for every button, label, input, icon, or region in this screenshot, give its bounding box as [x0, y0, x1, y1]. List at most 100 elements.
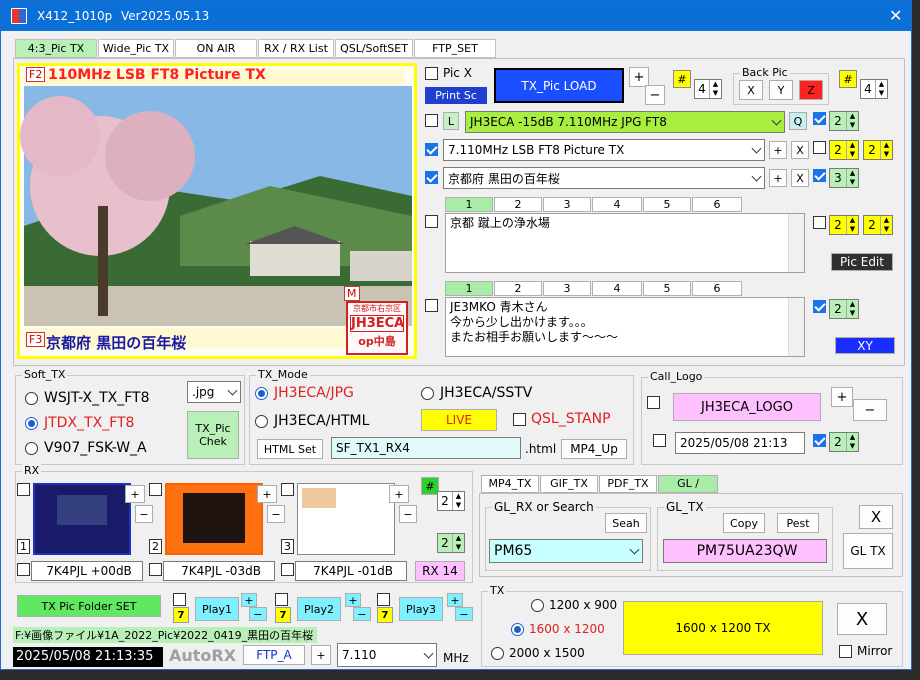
- spin-pic-count[interactable]: 4 ▲ ▼: [694, 79, 722, 99]
- spin-arrows[interactable]: ▲ ▼: [846, 433, 858, 451]
- tx-pic-chek-button[interactable]: TX_Pic Chek: [187, 411, 239, 459]
- tx-size-radio-3[interactable]: [491, 647, 504, 660]
- tab-gl[interactable]: GL /: [658, 475, 718, 493]
- line1-combo[interactable]: JH3ECA -15dB 7.110MHz JPG FT8: [465, 111, 785, 133]
- tab-ftp-set[interactable]: FTP_SET: [414, 39, 496, 58]
- line1-checkbox[interactable]: [425, 114, 438, 127]
- soft-tx-radio-v907[interactable]: [25, 442, 38, 455]
- mp4-up-button[interactable]: MP4_Up: [561, 439, 627, 459]
- rx2-minus-button[interactable]: −: [267, 505, 285, 523]
- tx-send-button[interactable]: 1600 x 1200 TX: [623, 601, 823, 655]
- back-y-button[interactable]: Y: [769, 80, 793, 100]
- play1-seven[interactable]: 7: [173, 607, 189, 623]
- play3-checkbox[interactable]: [377, 593, 390, 606]
- copy-button[interactable]: Copy: [723, 513, 765, 533]
- spin-back-count[interactable]: 4 ▲ ▼: [860, 79, 888, 99]
- gl-tx-grid[interactable]: PM75UA23QW: [663, 539, 827, 563]
- rx2-thumbnail[interactable]: [165, 483, 263, 555]
- memo1-tab-1[interactable]: 1: [445, 197, 493, 212]
- rx2-checkbox[interactable]: [149, 483, 162, 496]
- close-icon[interactable]: ✕: [889, 6, 902, 25]
- call-logo-button[interactable]: JH3ECA_LOGO: [673, 393, 821, 421]
- rx2-label-checkbox[interactable]: [149, 563, 162, 576]
- rx-spin-b[interactable]: 2 ▲ ▼: [437, 533, 465, 553]
- tx-pic-load-button[interactable]: TX_Pic LOAD: [494, 68, 624, 103]
- play1-minus-button[interactable]: −: [249, 607, 267, 621]
- memo1-tab-6[interactable]: 6: [692, 197, 742, 212]
- rx3-minus-button[interactable]: −: [399, 505, 417, 523]
- line2-x-button[interactable]: X: [791, 141, 809, 159]
- line3-x-button[interactable]: X: [791, 169, 809, 187]
- seah-button[interactable]: Seah: [605, 513, 647, 533]
- logo-minus-button[interactable]: −: [853, 399, 887, 421]
- tx-mode-radio-sstv[interactable]: [421, 387, 434, 400]
- mirror-checkbox[interactable]: [839, 645, 852, 658]
- rx1-checkbox[interactable]: [17, 483, 30, 496]
- line2-plus-button[interactable]: +: [769, 141, 787, 159]
- line2-spin-a[interactable]: 2 ▲ ▼: [829, 140, 859, 160]
- spin-arrows[interactable]: ▲ ▼: [846, 300, 858, 318]
- tab-pdf-tx[interactable]: PDF_TX: [599, 475, 657, 493]
- qsl-stanp-checkbox[interactable]: [513, 413, 526, 426]
- memo2-tab-2[interactable]: 2: [494, 281, 542, 296]
- spin-arrows[interactable]: ▲ ▼: [452, 492, 464, 510]
- tx-size-radio-1[interactable]: [531, 599, 544, 612]
- freq-plus-button[interactable]: +: [311, 645, 331, 665]
- memo1-enable-checkbox[interactable]: [813, 216, 826, 229]
- hash-1[interactable]: #: [673, 70, 691, 88]
- memo1-tab-3[interactable]: 3: [543, 197, 591, 212]
- memo2-tab-6[interactable]: 6: [692, 281, 742, 296]
- spin-arrows[interactable]: ▲ ▼: [875, 80, 887, 98]
- spin-arrows[interactable]: ▲ ▼: [846, 141, 858, 159]
- rx1-label-checkbox[interactable]: [17, 563, 30, 576]
- datetime-field[interactable]: 2025/05/08 21:13: [675, 432, 805, 454]
- call-logo-checkbox[interactable]: [647, 396, 660, 409]
- datetime-spin[interactable]: 2 ▲ ▼: [829, 432, 859, 452]
- line2-spin-b[interactable]: 2 ▲ ▼: [863, 140, 893, 160]
- print-sc-button[interactable]: Print Sc: [425, 87, 487, 104]
- spin-arrows[interactable]: ▲ ▼: [452, 534, 464, 552]
- live-button[interactable]: LIVE: [421, 409, 497, 431]
- tab-43-pic-tx[interactable]: 4:3_Pic TX: [15, 39, 97, 58]
- picture-preview[interactable]: F2 110MHz LSB FT8 Picture TX F3 京都府 黒田の百…: [17, 63, 417, 359]
- q-button[interactable]: Q: [789, 112, 807, 130]
- rx3-plus-button[interactable]: +: [389, 485, 409, 503]
- memo2-scrollbar[interactable]: [788, 298, 804, 356]
- rx2-plus-button[interactable]: +: [257, 485, 277, 503]
- line3-checkbox[interactable]: [425, 171, 438, 184]
- tab-rx-list[interactable]: RX / RX List: [258, 39, 334, 58]
- play2-plus-button[interactable]: +: [345, 593, 361, 607]
- l-button[interactable]: L: [443, 112, 459, 130]
- memo1-checkbox[interactable]: [425, 215, 438, 228]
- line3-combo[interactable]: 京都府 黒田の百年桜: [443, 167, 765, 189]
- memo2-tab-5[interactable]: 5: [643, 281, 691, 296]
- memo2-textarea[interactable]: JE3MKO 青木さん 今から少し出かけます。。。 またお相手お願いします～～～: [445, 297, 805, 357]
- play1-plus-button[interactable]: +: [241, 593, 257, 607]
- play2-button[interactable]: Play2: [297, 597, 341, 621]
- tab-gif-tx[interactable]: GIF_TX: [540, 475, 598, 493]
- rx1-thumbnail[interactable]: [33, 483, 131, 555]
- rx1-minus-button[interactable]: −: [135, 505, 153, 523]
- line3-enable-checkbox[interactable]: [813, 169, 826, 182]
- play3-minus-button[interactable]: −: [455, 607, 473, 621]
- memo2-enable-checkbox[interactable]: [813, 300, 826, 313]
- rx-spin-a[interactable]: 2 ▲ ▼: [437, 491, 465, 511]
- rx14-button[interactable]: RX 14: [415, 561, 465, 581]
- rx1-plus-button[interactable]: +: [125, 485, 145, 503]
- play3-seven[interactable]: 7: [377, 607, 393, 623]
- back-x-button[interactable]: X: [739, 80, 763, 100]
- line2-checkbox[interactable]: [425, 143, 438, 156]
- html-file-input[interactable]: SF_TX1_RX4: [331, 437, 521, 459]
- format-combo[interactable]: .jpg: [187, 381, 241, 403]
- logo-plus-button[interactable]: +: [831, 387, 853, 407]
- play3-button[interactable]: Play3: [399, 597, 443, 621]
- line2-enable-checkbox[interactable]: [813, 141, 826, 154]
- memo1-tab-2[interactable]: 2: [494, 197, 542, 212]
- memo1-textarea[interactable]: 京都 蹴上の浄水場: [445, 213, 805, 273]
- gl-grid-combo[interactable]: PM65: [489, 539, 643, 563]
- load-plus-button[interactable]: +: [629, 67, 649, 87]
- memo2-tab-1[interactable]: 1: [445, 281, 493, 296]
- play2-checkbox[interactable]: [275, 593, 288, 606]
- gl-tx-button[interactable]: GL TX: [843, 533, 893, 569]
- freq-combo[interactable]: 7.110: [337, 643, 437, 667]
